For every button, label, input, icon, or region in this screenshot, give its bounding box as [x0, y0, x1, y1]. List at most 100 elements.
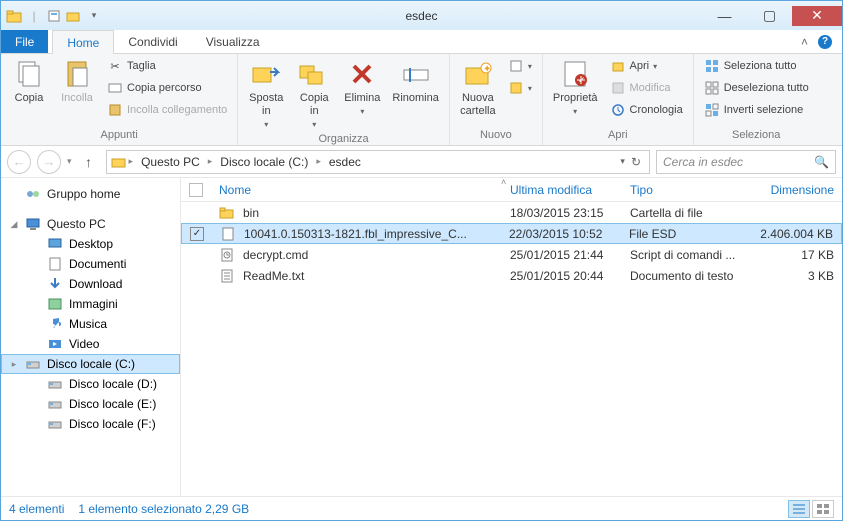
- easy-access-button[interactable]: ▾: [504, 78, 536, 98]
- sidebar-item[interactable]: Immagini: [1, 294, 180, 314]
- qat-chevron-down-icon[interactable]: ▾: [85, 7, 103, 25]
- breadcrumb-segment[interactable]: Disco locale (C:): [214, 151, 314, 173]
- chevron-right-icon[interactable]: ▸: [127, 156, 136, 167]
- sidebar-item[interactable]: Video: [1, 334, 180, 354]
- file-type: Cartella di file: [622, 206, 752, 220]
- column-header-type[interactable]: Tipo: [622, 183, 752, 197]
- tab-view[interactable]: Visualizza: [192, 30, 274, 53]
- sidebar-item-label: Disco locale (D:): [69, 377, 157, 391]
- chevron-right-icon[interactable]: ▸: [314, 156, 323, 167]
- sidebar-item[interactable]: Disco locale (E:): [1, 394, 180, 414]
- new-folder-icon[interactable]: [65, 7, 83, 25]
- table-row[interactable]: ✓ 10041.0.150313-1821.fbl_impressive_C..…: [181, 223, 842, 244]
- search-input[interactable]: Cerca in esdec 🔍: [656, 150, 836, 174]
- address-bar[interactable]: ▸ Questo PC ▸ Disco locale (C:) ▸ esdec …: [106, 150, 650, 174]
- move-to-button[interactable]: Sposta in▾: [244, 56, 288, 131]
- delete-button[interactable]: Elimina▾: [340, 56, 384, 118]
- sidebar-item-this-pc[interactable]: ◢ Questo PC: [1, 214, 180, 234]
- maximize-button[interactable]: ▢: [747, 6, 792, 26]
- sidebar-item-label: Disco locale (C:): [47, 357, 135, 371]
- sidebar-item[interactable]: Musica: [1, 314, 180, 334]
- sidebar-item[interactable]: Disco locale (F:): [1, 414, 180, 434]
- file-list: Nome ˄ Ultima modifica Tipo Dimensione b…: [181, 178, 842, 496]
- select-all-button[interactable]: Seleziona tutto: [700, 56, 813, 76]
- homegroup-icon: [25, 186, 41, 202]
- chevron-right-icon[interactable]: ▸: [206, 156, 215, 167]
- sidebar-item-label: Video: [69, 337, 99, 351]
- new-item-button[interactable]: ▾: [504, 56, 536, 76]
- table-row[interactable]: bin 18/03/2015 23:15 Cartella di file: [181, 202, 842, 223]
- sidebar-item[interactable]: Disco locale (D:): [1, 374, 180, 394]
- window-controls: — ▢ ✕: [702, 6, 842, 26]
- sidebar-item-homegroup[interactable]: Gruppo home: [1, 184, 180, 204]
- column-header-modified[interactable]: Ultima modifica: [502, 183, 622, 197]
- properties-label: Proprietà: [553, 92, 598, 105]
- history-label: Cronologia: [630, 104, 683, 116]
- invert-icon: [704, 102, 720, 118]
- breadcrumb-segment[interactable]: esdec: [323, 151, 367, 173]
- svg-text:✦: ✦: [483, 64, 491, 75]
- forward-button[interactable]: →: [37, 150, 61, 174]
- table-row[interactable]: ReadMe.txt 25/01/2015 20:44 Documento di…: [181, 265, 842, 286]
- history-chevron-icon[interactable]: ▾: [67, 156, 72, 167]
- file-icon: [220, 226, 236, 242]
- tab-home[interactable]: Home: [52, 30, 114, 54]
- invert-selection-button[interactable]: Inverti selezione: [700, 100, 813, 120]
- row-checkbox[interactable]: ✓: [190, 227, 204, 241]
- properties-button[interactable]: ✓ Proprietà▾: [549, 56, 602, 118]
- select-none-button[interactable]: Deseleziona tutto: [700, 78, 813, 98]
- paste-button[interactable]: Incolla: [55, 56, 99, 107]
- help-icon[interactable]: ?: [818, 35, 832, 49]
- rename-button[interactable]: Rinomina: [388, 56, 442, 107]
- new-item-icon: [508, 58, 524, 74]
- copy-icon: [13, 58, 45, 90]
- address-chevron-down-icon[interactable]: ▾: [620, 156, 625, 167]
- edit-button[interactable]: Modifica: [606, 78, 687, 98]
- collapse-icon[interactable]: ◢: [9, 219, 19, 230]
- table-row[interactable]: decrypt.cmd 25/01/2015 21:44 Script di c…: [181, 244, 842, 265]
- new-folder-icon: ✦: [462, 58, 494, 90]
- sidebar-item[interactable]: ▸ Disco locale (C:): [1, 354, 180, 374]
- select-all-icon: [704, 58, 720, 74]
- column-header-name[interactable]: Nome: [211, 183, 502, 197]
- paste-shortcut-button[interactable]: Incolla collegamento: [103, 100, 231, 120]
- view-details-button[interactable]: [788, 500, 810, 518]
- file-size: 2.406.004 KB: [751, 227, 841, 241]
- breadcrumb-segment[interactable]: Questo PC: [135, 151, 206, 173]
- tab-share[interactable]: Condividi: [114, 30, 191, 53]
- chevron-down-icon: ▾: [312, 120, 316, 129]
- select-all-checkbox[interactable]: [189, 183, 203, 197]
- refresh-icon[interactable]: ↻: [631, 155, 641, 169]
- file-name: 10041.0.150313-1821.fbl_impressive_C...: [244, 227, 467, 241]
- file-name: ReadMe.txt: [243, 269, 304, 283]
- titlebar: | ▾ esdec — ▢ ✕: [1, 1, 842, 30]
- history-button[interactable]: Cronologia: [606, 100, 687, 120]
- up-button[interactable]: ↑: [78, 151, 100, 173]
- new-folder-button[interactable]: ✦ Nuova cartella: [456, 56, 500, 120]
- copy-to-button[interactable]: Copia in▾: [292, 56, 336, 131]
- view-thumbnails-button[interactable]: [812, 500, 834, 518]
- tab-file[interactable]: File: [1, 30, 48, 53]
- item-icon: [47, 416, 63, 432]
- folder-icon: [219, 205, 235, 221]
- status-selection: 1 elemento selezionato 2,29 GB: [78, 502, 249, 516]
- close-button[interactable]: ✕: [792, 6, 842, 26]
- chevron-down-icon: ▾: [264, 120, 268, 129]
- navbar: ← → ▾ ↑ ▸ Questo PC ▸ Disco locale (C:) …: [1, 146, 842, 178]
- properties-icon[interactable]: [45, 7, 63, 25]
- open-button[interactable]: Apri ▾: [606, 56, 687, 76]
- sidebar-item[interactable]: Desktop: [1, 234, 180, 254]
- minimize-button[interactable]: —: [702, 6, 747, 26]
- file-type: Script di comandi ...: [622, 248, 752, 262]
- sidebar-item[interactable]: Download: [1, 274, 180, 294]
- edit-icon: [610, 80, 626, 96]
- back-button[interactable]: ←: [7, 150, 31, 174]
- copy-button[interactable]: Copia: [7, 56, 51, 107]
- sidebar-item[interactable]: Documenti: [1, 254, 180, 274]
- cut-button[interactable]: ✂Taglia: [103, 56, 231, 76]
- ribbon-collapse-icon[interactable]: ˄: [801, 35, 808, 49]
- copy-path-button[interactable]: Copia percorso: [103, 78, 231, 98]
- column-header-size[interactable]: Dimensione: [752, 183, 842, 197]
- move-to-icon: [250, 58, 282, 90]
- expand-icon[interactable]: ▸: [9, 359, 19, 370]
